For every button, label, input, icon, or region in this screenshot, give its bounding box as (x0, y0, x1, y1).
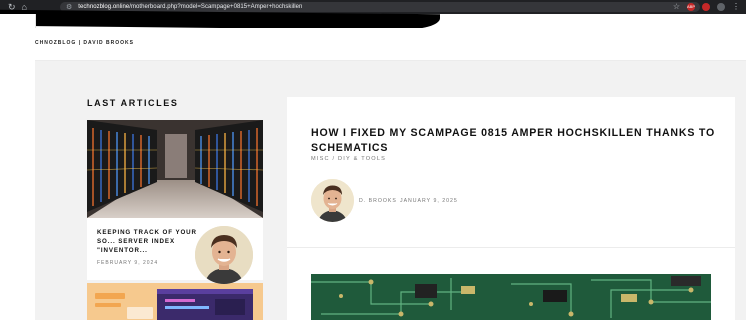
browser-actions: ☆ ABP ⋮ (673, 2, 740, 11)
article-divider (287, 247, 735, 248)
author-avatar-large[interactable] (195, 226, 253, 284)
circuit-board-image (311, 274, 711, 320)
article-date: JANUARY 9, 2025 (400, 198, 458, 204)
code-editor-thumbnail[interactable] (87, 283, 263, 320)
adblock-extension-icon[interactable]: ABP (687, 2, 695, 11)
left-margin (0, 14, 36, 320)
article-card: HOW I FIXED MY SCAMPAGE 0815 AMPER HOCHS… (287, 97, 735, 320)
profile-icon[interactable] (717, 2, 725, 11)
address-url: technozblog.online/motherboard.php?model… (78, 4, 302, 10)
site-header: CHNOZBLOG | DAVID BROOKS (35, 28, 746, 61)
article-title: HOW I FIXED MY SCAMPAGE 0815 AMPER HOCHS… (311, 127, 716, 154)
sidebar-article-card-2[interactable] (87, 283, 263, 320)
author-avatar[interactable] (311, 179, 354, 222)
extension-icon[interactable] (702, 2, 710, 11)
menu-icon[interactable]: ⋮ (732, 2, 740, 11)
url-path: /motherboard.php?model=Scampage+0815+Amp… (129, 4, 303, 10)
article-categories[interactable]: MISC / DIY & TOOLS (311, 156, 386, 162)
bookmark-star-icon[interactable]: ☆ (673, 2, 680, 11)
sidebar-heading: LAST ARTICLES (87, 98, 179, 108)
site-brand-link[interactable]: CHNOZBLOG | DAVID BROOKS (35, 40, 134, 46)
server-room-thumbnail[interactable] (87, 120, 263, 218)
article-author[interactable]: D. BROOKS (359, 198, 397, 204)
url-domain: technozblog.online (78, 4, 130, 10)
